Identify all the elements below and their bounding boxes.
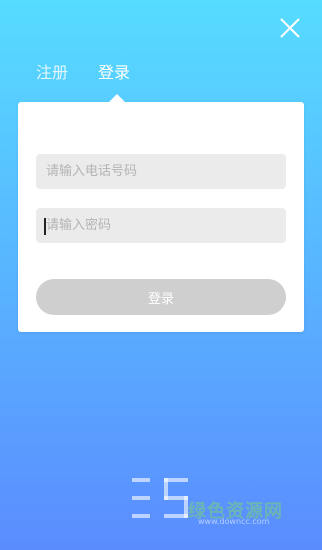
login-card: 登录: [18, 102, 304, 332]
phone-input[interactable]: [36, 154, 286, 189]
close-icon: [280, 18, 300, 38]
password-input[interactable]: [36, 208, 286, 243]
watermark-logo-icon: [132, 478, 188, 518]
tab-login[interactable]: 登录: [98, 62, 130, 84]
watermark: 绿色资源网 www.downcc.com: [130, 476, 320, 526]
close-button[interactable]: [279, 17, 301, 39]
tab-register[interactable]: 注册: [36, 62, 68, 84]
watermark-url: www.downcc.com: [198, 517, 270, 526]
text-cursor: [44, 218, 46, 235]
login-button[interactable]: 登录: [36, 279, 286, 315]
